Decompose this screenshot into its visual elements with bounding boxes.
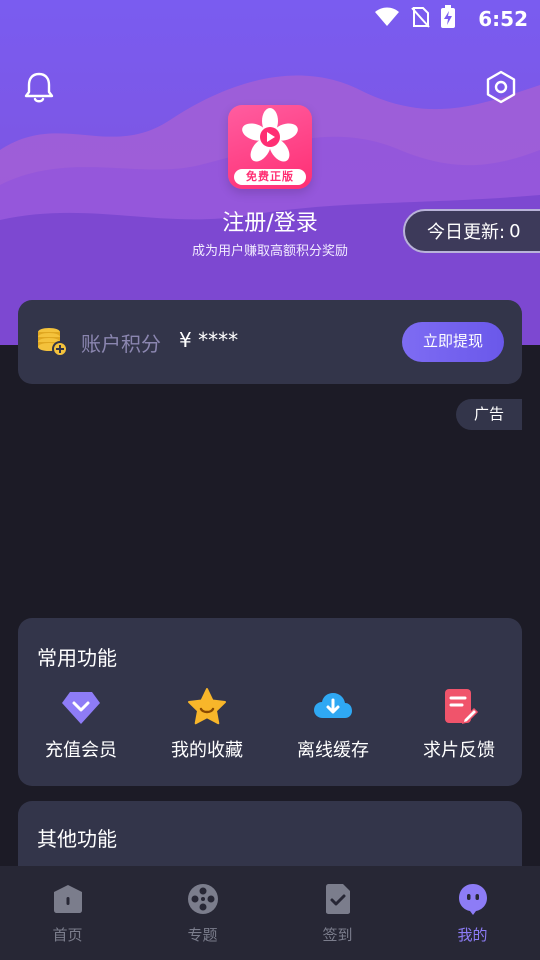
tab-mine[interactable]: 我的 bbox=[405, 866, 540, 960]
tab-label: 签到 bbox=[322, 926, 353, 944]
tab-label: 专题 bbox=[187, 926, 218, 944]
points-label: 账户积分 bbox=[81, 332, 161, 356]
tab-home[interactable]: 首页 bbox=[0, 866, 135, 960]
func-label: 求片反馈 bbox=[423, 740, 495, 761]
ad-tag[interactable]: 广告 bbox=[456, 399, 522, 430]
func-label: 充值会员 bbox=[45, 740, 117, 761]
func-item-offline-cache[interactable]: 离线缓存 bbox=[270, 686, 396, 762]
logo-badge: 免费正版 bbox=[234, 169, 306, 185]
status-time: 6:52 bbox=[478, 7, 528, 31]
withdraw-button[interactable]: 立即提现 bbox=[402, 322, 504, 362]
common-functions-card: 常用功能 充值会员 我的收藏 离线缓存 求片反馈 bbox=[18, 618, 522, 786]
func-item-feedback[interactable]: 求片反馈 bbox=[396, 686, 522, 762]
bell-icon[interactable] bbox=[22, 70, 56, 104]
cloud-download-icon bbox=[314, 693, 352, 718]
diamond-icon bbox=[62, 692, 100, 724]
profile-icon bbox=[458, 884, 487, 915]
feedback-icon bbox=[445, 689, 479, 725]
tab-topics[interactable]: 专题 bbox=[135, 866, 270, 960]
sakura-icon bbox=[242, 108, 298, 162]
func-item-vip[interactable]: 充值会员 bbox=[18, 686, 144, 762]
coins-icon bbox=[38, 328, 68, 357]
other-functions-title: 其他功能 bbox=[37, 827, 117, 851]
update-count: 0 bbox=[509, 220, 521, 242]
home-icon bbox=[53, 885, 82, 913]
film-reel-icon bbox=[187, 884, 218, 914]
app-logo[interactable]: 免费正版 bbox=[228, 105, 312, 189]
func-item-favorites[interactable]: 我的收藏 bbox=[144, 686, 270, 762]
tab-checkin[interactable]: 签到 bbox=[270, 866, 405, 960]
func-label: 我的收藏 bbox=[171, 740, 243, 761]
bottom-tab-bar: 首页 专题 签到 我的 bbox=[0, 866, 540, 960]
battery-charging-icon bbox=[441, 5, 455, 28]
status-bar: 6:52 bbox=[0, 0, 540, 36]
points-card: 账户积分 ¥ **** 立即提现 bbox=[18, 300, 522, 384]
no-sim-icon bbox=[411, 7, 430, 28]
star-icon bbox=[188, 688, 226, 725]
profile-header: 6:52 免费正版 注册/登录 成为用户赚取高额积分奖励 今日更新: 0 bbox=[0, 0, 540, 345]
points-value: ¥ **** bbox=[179, 328, 239, 352]
today-update-badge[interactable]: 今日更新: 0 bbox=[403, 209, 540, 253]
common-functions-grid: 充值会员 我的收藏 离线缓存 求片反馈 bbox=[18, 686, 522, 762]
update-label: 今日更新: bbox=[427, 222, 506, 243]
checkin-icon bbox=[325, 884, 350, 914]
func-label: 离线缓存 bbox=[297, 740, 369, 761]
common-functions-title: 常用功能 bbox=[37, 646, 117, 670]
settings-icon[interactable] bbox=[484, 70, 518, 104]
tab-label: 我的 bbox=[457, 926, 488, 944]
wifi-icon bbox=[375, 7, 399, 26]
tab-label: 首页 bbox=[52, 926, 83, 944]
